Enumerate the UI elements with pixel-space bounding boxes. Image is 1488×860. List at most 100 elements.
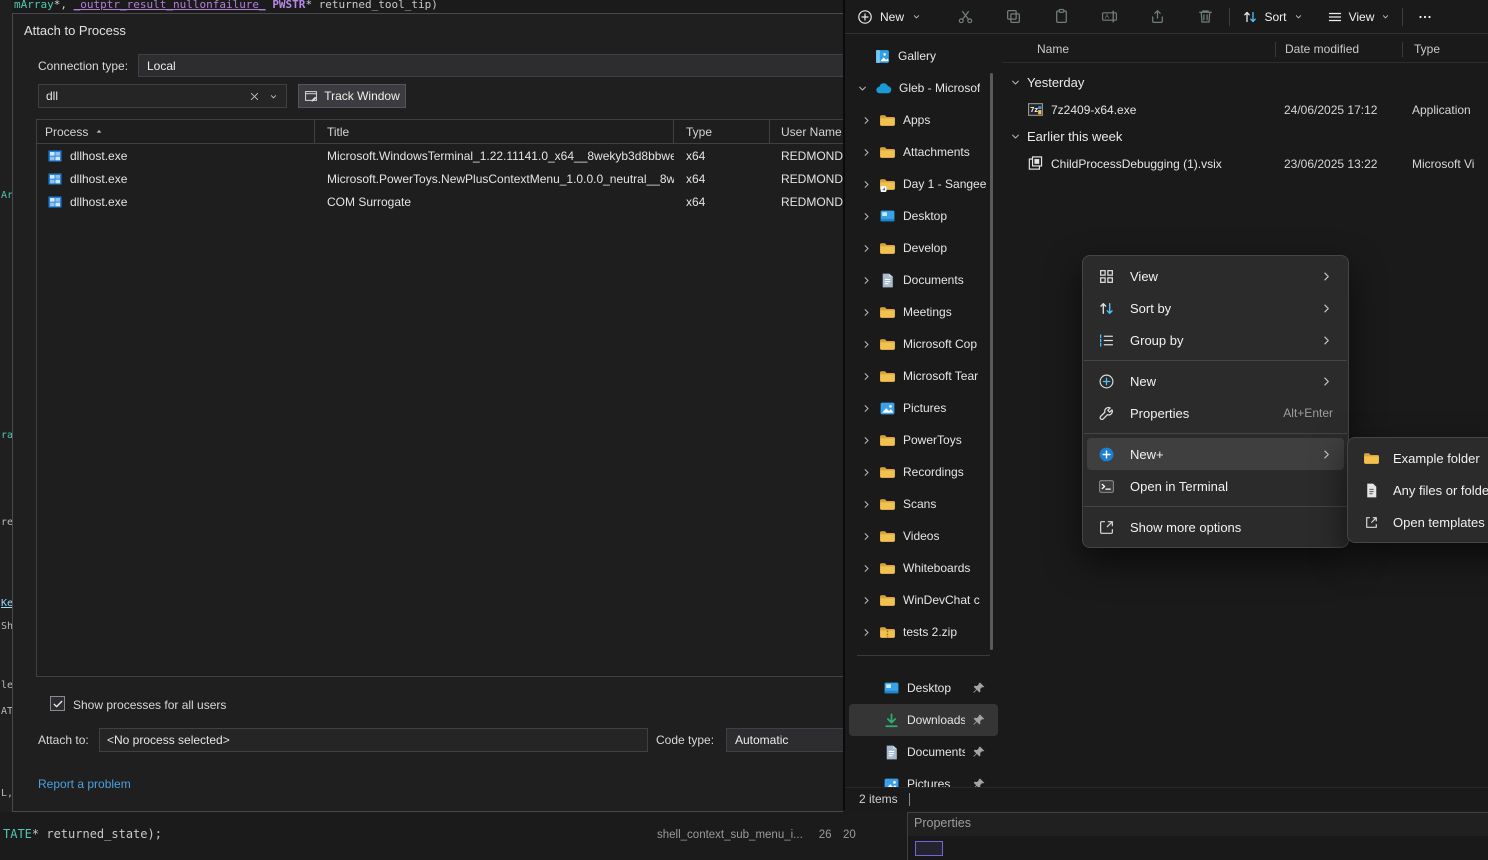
sidebar-pinned-downloads[interactable]: Downloads — [849, 704, 998, 736]
sidebar-item-powertoys[interactable]: PowerToys — [849, 424, 998, 456]
new-button[interactable]: New — [857, 9, 941, 25]
attach-to-field[interactable]: <No process selected> — [99, 728, 648, 752]
sidebar-pinned-pictures[interactable]: Pictures — [849, 768, 998, 788]
sidebar-item-documents[interactable]: Documents — [849, 264, 998, 296]
menu-item-label: Properties — [1130, 406, 1268, 421]
context-menu-item-open-in-terminal[interactable]: Open in Terminal — [1087, 470, 1344, 502]
sidebar-item-whiteboards[interactable]: Whiteboards — [849, 552, 998, 584]
sort-button[interactable]: Sort — [1230, 9, 1316, 25]
sidebar-item-attachments[interactable]: Attachments — [849, 136, 998, 168]
sidebar-item-videos[interactable]: Videos — [849, 520, 998, 552]
submenu-item-example-folder[interactable]: Example folder — [1352, 442, 1488, 474]
sidebar-item-meetings[interactable]: Meetings — [849, 296, 998, 328]
sidebar-item-onedrive[interactable]: Gleb - Microsof — [849, 72, 998, 104]
chev-right-icon[interactable] — [861, 179, 872, 190]
sidebar-item-apps[interactable]: Apps — [849, 104, 998, 136]
column-header-date-modified[interactable]: Date modified — [1276, 42, 1402, 56]
file-row-7z2409-x64-exe[interactable]: 7z7z2409-x64.exe24/06/2025 17:12Applicat… — [1002, 96, 1488, 123]
filter-dropdown-icon[interactable] — [268, 91, 279, 102]
process-row[interactable]: dllhost.exeMicrosoft.PowerToys.NewPlusCo… — [37, 167, 843, 190]
sidebar-item-develop[interactable]: Develop — [849, 232, 998, 264]
chev-right-icon[interactable] — [861, 115, 872, 126]
sidebar-item-desktop[interactable]: Desktop — [849, 200, 998, 232]
connection-type-combobox[interactable]: Local — [138, 54, 844, 77]
context-menu-item-new[interactable]: New+ — [1087, 438, 1344, 470]
sidebar-item-scans[interactable]: Scans — [849, 488, 998, 520]
chev-right-icon[interactable] — [861, 627, 872, 638]
editor-left-strip: ArrareKeShleATL, — [0, 0, 12, 812]
column-header-username[interactable]: User Name — [770, 120, 843, 143]
context-menu-item-show-more-options[interactable]: Show more options — [1087, 511, 1344, 543]
connection-type-value: Local — [147, 59, 176, 73]
sidebar-item-microsoft-cop[interactable]: Microsoft Cop — [849, 328, 998, 360]
context-menu-item-properties[interactable]: PropertiesAlt+Enter — [1087, 397, 1344, 429]
sidebar-item-microsoft-tear[interactable]: Microsoft Tear — [849, 360, 998, 392]
submenu-item-open-templates[interactable]: Open templates — [1352, 506, 1488, 538]
file-group-header-yesterday[interactable]: Yesterday — [1002, 69, 1488, 96]
document-icon — [879, 272, 896, 289]
chev-right-icon[interactable] — [861, 467, 872, 478]
more-options-button[interactable] — [1403, 9, 1447, 25]
sidebar-pinned-desktop[interactable]: Desktop — [849, 672, 998, 704]
column-header-type[interactable]: Type — [674, 120, 770, 143]
code-type-combobox[interactable]: Automatic — [726, 728, 844, 752]
sidebar-pinned-documents[interactable]: Documents — [849, 736, 998, 768]
group-label: Yesterday — [1027, 75, 1084, 90]
menu-separator — [1084, 360, 1347, 361]
process-filter-input[interactable]: dll — [38, 84, 287, 108]
chev-right-icon[interactable] — [861, 243, 872, 254]
chev-right-icon[interactable] — [861, 339, 872, 350]
copy-button[interactable] — [989, 4, 1037, 30]
item-count: 2 items — [859, 792, 898, 806]
chevron-down-icon[interactable] — [857, 83, 868, 94]
column-header-title[interactable]: Title — [315, 120, 674, 143]
chev-right-icon[interactable] — [861, 499, 872, 510]
rename-button[interactable]: A — [1085, 4, 1133, 30]
file-group-header-earlier-this-week[interactable]: Earlier this week — [1002, 123, 1488, 150]
process-row[interactable]: dllhost.exeMicrosoft.WindowsTerminal_1.2… — [37, 144, 843, 167]
chev-right-icon[interactable] — [861, 403, 872, 414]
chev-right-icon[interactable] — [861, 275, 872, 286]
share-button[interactable] — [1133, 4, 1181, 30]
context-menu-item-view[interactable]: View — [1087, 260, 1344, 292]
sidebar-item-pictures[interactable]: Pictures — [849, 392, 998, 424]
sidebar-item-day-1-sangee[interactable]: Day 1 - Sangee — [849, 168, 998, 200]
process-row[interactable]: dllhost.exeCOM Surrogatex64REDMOND — [37, 190, 843, 213]
code-token: * returned_state); — [32, 827, 162, 841]
chev-right-icon[interactable] — [861, 435, 872, 446]
plus-circle-filled-icon — [1098, 446, 1115, 463]
context-menu-item-sort-by[interactable]: Sort by — [1087, 292, 1344, 324]
sort-arrows-icon — [1098, 300, 1115, 317]
chev-right-icon[interactable] — [861, 307, 872, 318]
sidebar-item-label: Desktop — [907, 681, 951, 695]
column-header-name[interactable]: Name — [1002, 42, 1275, 56]
report-a-problem-link[interactable]: Report a problem — [38, 777, 131, 791]
sidebar-scrollbar[interactable] — [990, 73, 993, 650]
submenu-item-any-files-or-folde[interactable]: Any files or folde — [1352, 474, 1488, 506]
sidebar-item-gallery[interactable]: Gallery — [849, 40, 998, 72]
view-button[interactable]: View — [1316, 9, 1402, 25]
file-row-childprocessdebugging-1-vsix[interactable]: ChildProcessDebugging (1).vsix23/06/2025… — [1002, 150, 1488, 177]
chev-right-icon[interactable] — [861, 563, 872, 574]
chev-right-icon[interactable] — [861, 595, 872, 606]
paste-button[interactable] — [1037, 4, 1085, 30]
chev-right-icon[interactable] — [861, 531, 872, 542]
show-processes-checkbox[interactable] — [50, 696, 65, 711]
menu-item-label: Open templates — [1393, 515, 1488, 530]
context-menu-item-group-by[interactable]: Group by — [1087, 324, 1344, 356]
chev-right-icon[interactable] — [861, 211, 872, 222]
properties-field[interactable] — [915, 841, 943, 856]
sidebar-item-tests-2-zip[interactable]: tests 2.zip — [849, 616, 998, 648]
delete-button[interactable] — [1181, 4, 1229, 30]
chev-right-icon[interactable] — [861, 371, 872, 382]
column-header-type[interactable]: Type — [1403, 42, 1488, 56]
context-menu-item-new[interactable]: New — [1087, 365, 1344, 397]
cut-button[interactable] — [941, 4, 989, 30]
column-header-process[interactable]: Process — [37, 120, 315, 143]
chev-right-icon[interactable] — [861, 147, 872, 158]
sidebar-item-recordings[interactable]: Recordings — [849, 456, 998, 488]
menu-item-label: Sort by — [1130, 301, 1305, 316]
clear-filter-icon[interactable] — [249, 91, 260, 102]
sidebar-item-windevchat-c[interactable]: WinDevChat c — [849, 584, 998, 616]
track-window-button[interactable]: Track Window — [298, 84, 406, 108]
